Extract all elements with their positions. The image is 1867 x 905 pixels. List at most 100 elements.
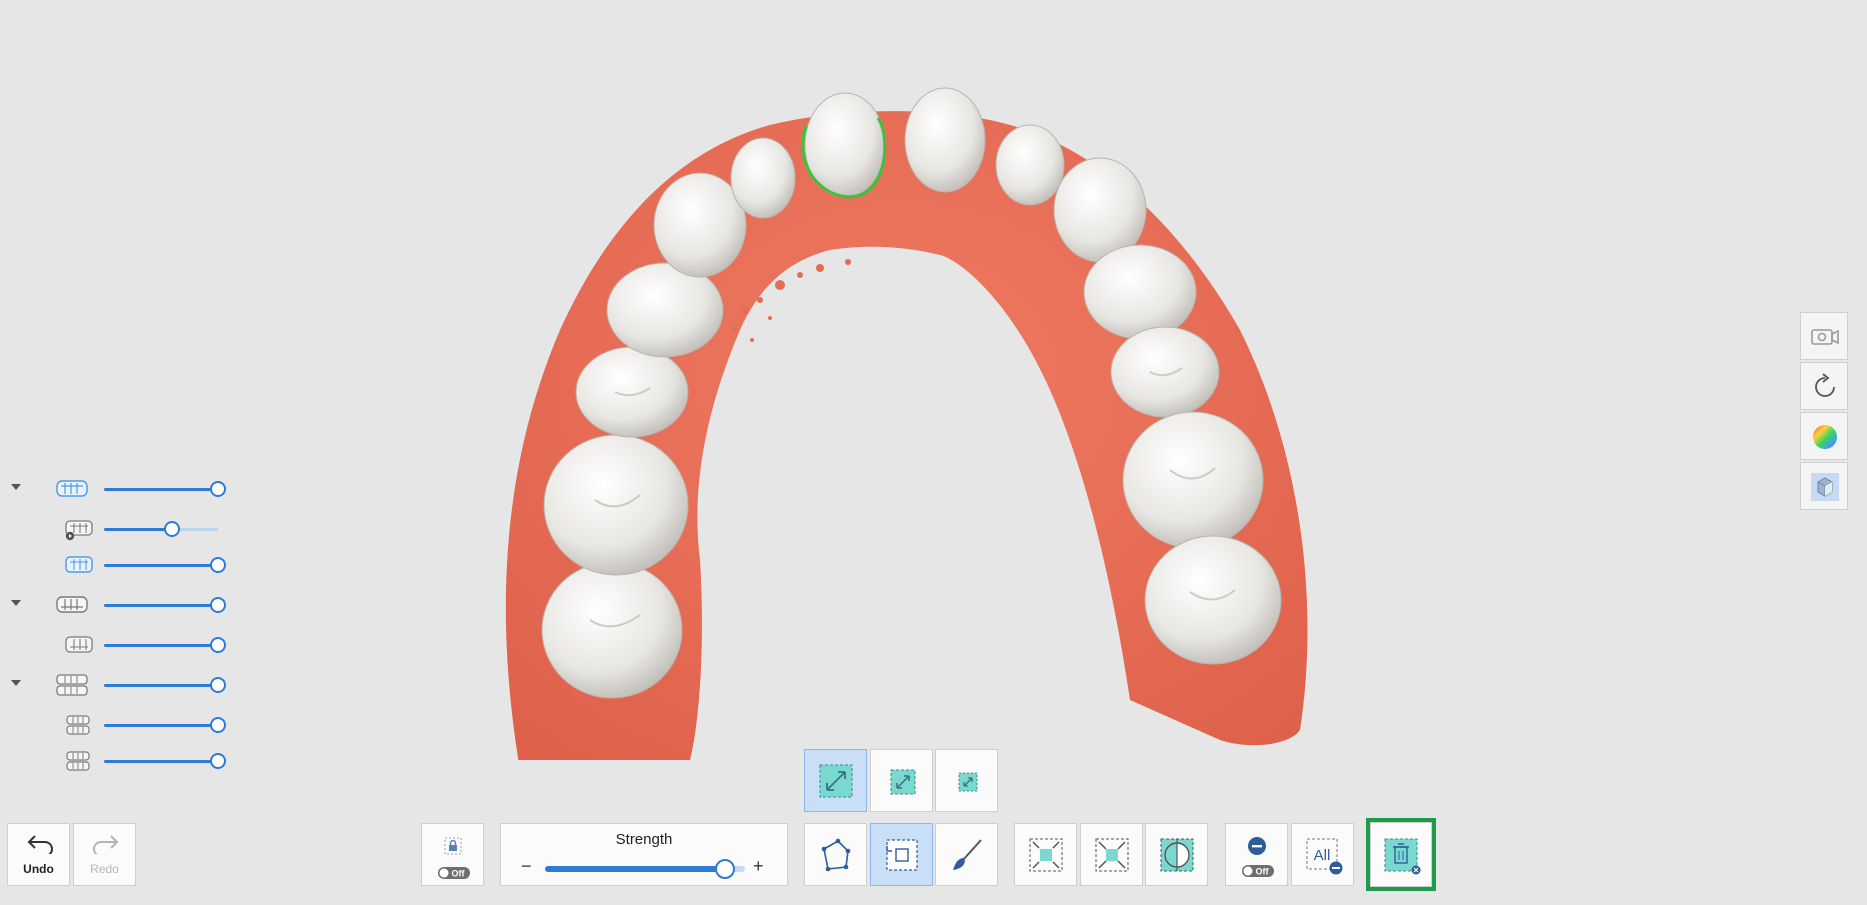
toggle-off-icon: Off <box>1242 865 1274 877</box>
strength-label: Strength <box>615 831 673 848</box>
occlusion-opacity-slider[interactable] <box>104 677 226 693</box>
tooth-left-premolar-2 <box>575 346 689 438</box>
color-map-icon <box>1813 425 1837 449</box>
upper-jaw-icon[interactable] <box>55 477 89 501</box>
slider-knob[interactable] <box>210 481 226 497</box>
undo-label: Undo <box>23 862 54 876</box>
slider-fill <box>104 684 218 687</box>
slider-fill <box>104 724 218 727</box>
toggle-off-icon: Off <box>438 867 470 879</box>
expand-small-icon <box>958 772 978 792</box>
expand-medium-icon <box>890 769 916 795</box>
slider-knob[interactable] <box>164 521 181 537</box>
chevron-down-icon[interactable] <box>11 680 21 686</box>
reset-view-button[interactable] <box>1800 362 1848 410</box>
deselect-all-button[interactable]: All <box>1291 823 1354 886</box>
3d-viewport[interactable] <box>0 0 1867 905</box>
lower-jaw-scan-icon[interactable] <box>62 633 96 657</box>
layer-row-lower-jaw-scan <box>0 633 230 657</box>
occlusion-scan-2-opacity-slider[interactable] <box>104 753 226 769</box>
occlusion-icon[interactable] <box>55 673 89 697</box>
reset-view-icon <box>1815 373 1835 397</box>
tooth-right-central <box>904 87 986 193</box>
strength-slider-fill <box>545 866 725 872</box>
slider-knob[interactable] <box>210 753 226 769</box>
occlusion-scan-2-icon[interactable] <box>62 749 96 773</box>
layer-row-lower-jaw <box>0 593 230 617</box>
layer-row-upper-jaw-scan <box>0 553 230 577</box>
deselect-all-icon: All <box>1306 838 1343 875</box>
upper-jaw-opacity-slider[interactable] <box>104 481 226 497</box>
slider-fill <box>104 644 218 647</box>
tooth-left-lateral <box>730 137 796 219</box>
tooth-right-molar-1 <box>1122 411 1264 549</box>
slider-fill <box>104 760 218 763</box>
grow-selection-button[interactable] <box>1080 823 1143 886</box>
layer-row-occlusion-scan-1 <box>0 713 230 737</box>
tooth-right-premolar-1 <box>1083 244 1197 340</box>
slider-fill <box>104 488 218 491</box>
invert-selection-icon <box>1160 838 1194 872</box>
tooth-right-premolar-2 <box>1110 326 1220 418</box>
grow-selection-icon <box>1095 838 1129 872</box>
upper-jaw-scan-icon[interactable] <box>62 553 96 577</box>
occlusion-scan-1-icon[interactable] <box>62 713 96 737</box>
undo-button[interactable]: Undo <box>7 823 70 886</box>
redo-label: Redo <box>90 862 119 876</box>
occlusion-scan-1-opacity-slider[interactable] <box>104 717 226 733</box>
color-map-button[interactable] <box>1800 412 1848 460</box>
slider-fill <box>104 564 218 567</box>
view-cube-icon <box>1811 473 1839 501</box>
lock-state-label: Off <box>452 869 466 879</box>
size-medium-button[interactable] <box>870 749 933 812</box>
chevron-down-icon[interactable] <box>11 484 21 490</box>
box-select-button[interactable] <box>870 823 933 886</box>
strength-increase-button[interactable]: + <box>753 856 764 877</box>
layer-row-occlusion-scan-2 <box>0 749 230 773</box>
lower-jaw-icon[interactable] <box>55 593 89 617</box>
brush-select-button[interactable] <box>935 823 998 886</box>
redo-icon <box>93 835 119 854</box>
slider-fill <box>104 604 218 607</box>
redo-button[interactable]: Redo <box>73 823 136 886</box>
upper-jaw-scan-opacity-slider[interactable] <box>104 557 226 573</box>
strength-slider[interactable] <box>545 859 745 879</box>
hide-toggle-state-label: Off <box>1256 867 1270 877</box>
strength-decrease-button[interactable]: − <box>521 856 532 877</box>
minus-circle-icon <box>1248 837 1266 855</box>
lower-jaw-opacity-slider[interactable] <box>104 597 226 613</box>
size-large-button[interactable] <box>804 749 867 812</box>
slider-knob[interactable] <box>210 597 226 613</box>
strength-control: Strength − + <box>500 823 788 886</box>
upper-jaw-prep-icon[interactable] <box>62 517 96 541</box>
tooth-right-lateral <box>995 124 1065 206</box>
lock-icon <box>444 837 462 855</box>
hide-selection-toggle-button[interactable]: Off <box>1225 823 1288 886</box>
upper-jaw-prep-opacity-slider[interactable] <box>104 521 218 537</box>
camera-icon <box>1811 329 1839 345</box>
lower-jaw-scan-opacity-slider[interactable] <box>104 637 226 653</box>
camera-button[interactable] <box>1800 312 1848 360</box>
view-cube-button[interactable] <box>1800 462 1848 510</box>
box-select-icon <box>886 839 918 871</box>
slider-knob[interactable] <box>210 677 226 693</box>
slider-knob[interactable] <box>210 717 226 733</box>
dental-scan-model[interactable] <box>0 0 1867 760</box>
lock-toggle-button[interactable]: Off <box>421 823 484 886</box>
shrink-selection-icon <box>1029 838 1063 872</box>
focus-highlight <box>1366 818 1436 891</box>
slider-knob[interactable] <box>210 557 226 573</box>
brush-icon <box>953 839 982 870</box>
polygon-select-icon <box>821 838 851 872</box>
slider-knob[interactable] <box>210 637 226 653</box>
expand-diagonal-icon <box>819 764 853 798</box>
size-small-button[interactable] <box>935 749 998 812</box>
invert-selection-button[interactable] <box>1145 823 1208 886</box>
strength-slider-knob[interactable] <box>715 859 735 879</box>
undo-icon <box>27 835 53 854</box>
shrink-selection-button[interactable] <box>1014 823 1077 886</box>
chevron-down-icon[interactable] <box>11 600 21 606</box>
polygon-select-button[interactable] <box>804 823 867 886</box>
layer-row-occlusion <box>0 673 230 697</box>
slider-fill <box>104 528 173 531</box>
